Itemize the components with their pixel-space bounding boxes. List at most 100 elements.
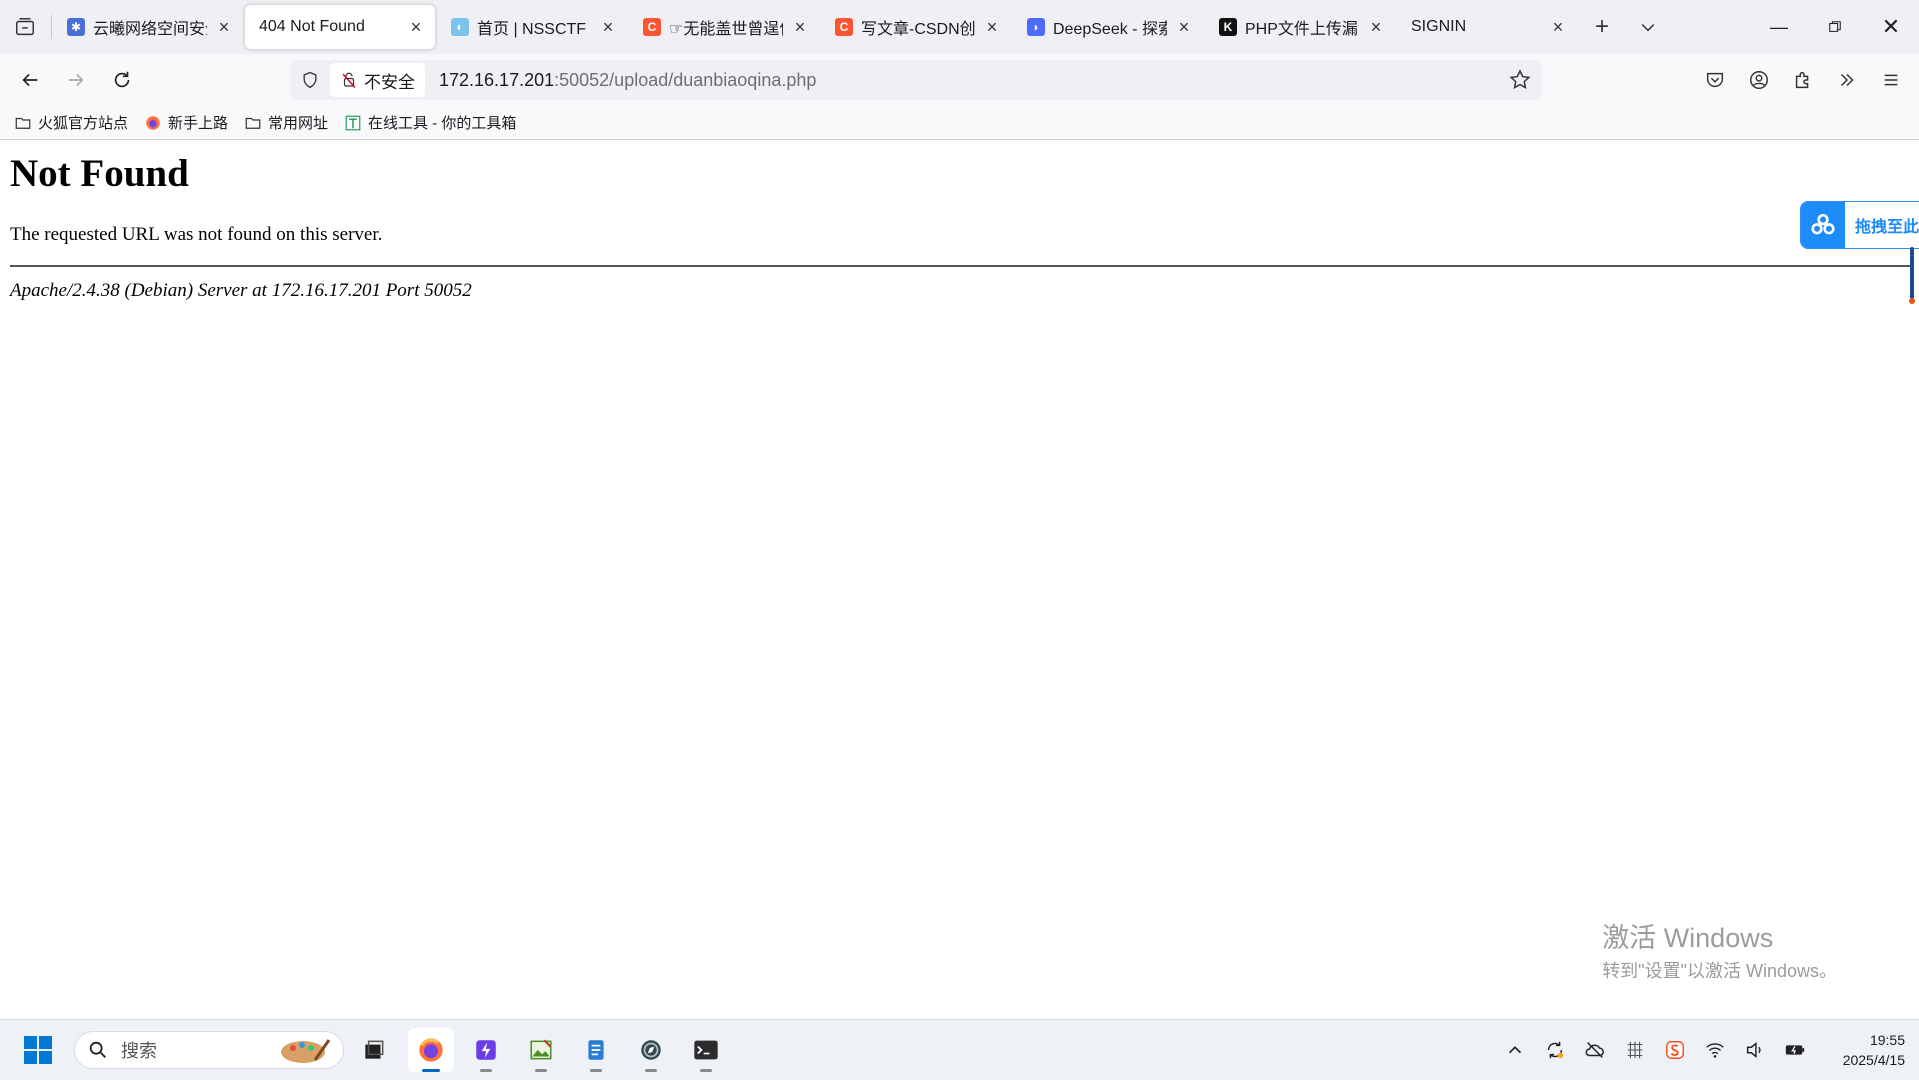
folder-icon (245, 117, 261, 129)
tab-404-not-found[interactable]: 404 Not Found × (245, 5, 435, 49)
csdn-favicon-icon: C (643, 18, 661, 36)
account-button[interactable] (1737, 58, 1781, 102)
tab-csdn-blog[interactable]: C ☞无能盖世曾逞何 × (629, 5, 819, 49)
tab-signin[interactable]: SIGNIN × (1397, 5, 1577, 49)
running-indicator (645, 1069, 657, 1072)
error-message: The requested URL was not found on this … (10, 224, 383, 245)
hamburger-menu-icon (1884, 74, 1898, 86)
minimize-button[interactable]: — (1751, 0, 1807, 54)
arrow-left-icon (22, 73, 38, 87)
tracking-protection-button[interactable] (290, 60, 330, 100)
taskbar-app-image[interactable] (518, 1028, 564, 1072)
firefox-icon (146, 115, 160, 130)
cloud-share-icon (1801, 202, 1845, 248)
close-icon: ✕ (1881, 14, 1901, 39)
network-app-tray-button[interactable] (1615, 1030, 1655, 1070)
tab-title: 404 Not Found (259, 18, 365, 35)
activate-windows-watermark: 激活 Windows 转到"设置"以激活 Windows。 (1602, 916, 1837, 983)
app-menu-button[interactable] (1869, 58, 1913, 102)
taskbar-task-view[interactable] (351, 1028, 397, 1072)
deepseek-favicon-icon: ◗ (1027, 18, 1045, 36)
puzzle-icon (1795, 71, 1809, 89)
cloud-off-icon (1585, 1042, 1604, 1058)
extensions-button[interactable] (1781, 58, 1825, 102)
restore-button[interactable] (1807, 0, 1863, 54)
reload-button[interactable] (100, 58, 144, 102)
taskbar-search[interactable]: 搜索 (74, 1031, 344, 1069)
task-view-icon (365, 1040, 384, 1059)
image-editor-icon (530, 1039, 552, 1060)
bookmark-label: 常用网址 (268, 115, 329, 132)
insecure-lock-icon (342, 72, 356, 88)
pocket-icon (1706, 72, 1724, 88)
firefox-icon (419, 1038, 443, 1062)
taskbar-terminal[interactable] (683, 1028, 729, 1072)
forward-button[interactable] (54, 58, 98, 102)
close-window-button[interactable]: ✕ (1863, 0, 1919, 54)
volume-button[interactable] (1735, 1030, 1775, 1070)
close-tab-icon[interactable]: × (791, 17, 809, 37)
taskbar-app-bolt[interactable] (463, 1028, 509, 1072)
clock[interactable]: 19:55 2025/4/15 (1815, 1030, 1919, 1070)
taskbar-notepad[interactable] (573, 1028, 619, 1072)
k-favicon-icon: K (1219, 18, 1237, 36)
close-tab-icon[interactable]: × (1549, 17, 1567, 37)
onedrive-tray-button[interactable] (1575, 1030, 1615, 1070)
tool-icon (345, 115, 361, 130)
close-tab-icon[interactable]: × (215, 17, 233, 37)
yunxi-favicon-icon: ✱ (67, 18, 85, 36)
battery-charging-icon (1785, 1045, 1805, 1055)
tab-deepseek[interactable]: ◗ DeepSeek - 探索 × (1013, 5, 1203, 49)
tab-list-button[interactable] (0, 0, 50, 54)
show-hidden-icons-button[interactable] (1495, 1030, 1535, 1070)
windows-start-icon[interactable] (22, 1034, 54, 1066)
pocket-button[interactable] (1693, 58, 1737, 102)
close-tab-icon[interactable]: × (983, 17, 1001, 37)
list-all-tabs-button[interactable] (1625, 0, 1671, 54)
tab-nssctf[interactable]: ◐ 首页 | NSSCTF × (437, 5, 627, 49)
bookmark-star-icon[interactable] (1508, 68, 1532, 92)
site-security-button[interactable]: 不安全 (330, 63, 425, 97)
search-icon (89, 1041, 106, 1058)
bookmark-getting-started[interactable]: 新手上路 (144, 112, 228, 133)
clock-time: 19:55 (1869, 1032, 1905, 1048)
drag-handle-icon[interactable] (1909, 247, 1915, 307)
divider (10, 265, 1910, 267)
close-tab-icon[interactable]: × (1367, 17, 1385, 37)
windows-taskbar: 搜索 19:55 2025/4/15 (0, 1019, 1919, 1080)
tab-title: 首页 | NSSCTF (477, 21, 587, 38)
search-placeholder: 搜索 (121, 1041, 157, 1061)
folder-icon (15, 117, 31, 129)
close-tab-icon[interactable]: × (1175, 17, 1193, 37)
system-tray: 19:55 2025/4/15 (1495, 1020, 1919, 1080)
close-tab-icon[interactable]: × (599, 17, 617, 37)
running-indicator (700, 1069, 712, 1072)
tab-csdn-write[interactable]: C 写文章-CSDN创作 × (821, 5, 1011, 49)
palette-icon (281, 1039, 331, 1063)
chevron-up-icon (1508, 1046, 1522, 1054)
battery-button[interactable] (1775, 1030, 1815, 1070)
wifi-button[interactable] (1695, 1030, 1735, 1070)
tab-php-upload[interactable]: K PHP文件上传漏洞 × (1205, 5, 1395, 49)
bookmark-firefox-official[interactable]: 火狐官方站点 (14, 112, 128, 133)
tab-title: DeepSeek - 探索 (1053, 21, 1167, 38)
baidu-drag-widget[interactable]: 拖拽至此 (1800, 201, 1919, 249)
url-path: :50052/upload/duanbiaoqina.php (554, 69, 817, 90)
more-tools-button[interactable] (1825, 58, 1869, 102)
taskbar-firefox[interactable] (408, 1028, 454, 1072)
tab-title: 云曦网络空间安全 (93, 21, 207, 38)
bookmark-online-tools[interactable]: 在线工具 - 你的工具箱 (344, 112, 516, 133)
tab-yunxi[interactable]: ✱ 云曦网络空间安全 × (53, 5, 243, 49)
bookmark-common-sites[interactable]: 常用网址 (244, 112, 328, 133)
terminal-icon (694, 1040, 718, 1060)
new-tab-button[interactable]: + (1579, 0, 1625, 54)
address-bar[interactable]: 不安全 172.16.17.201:50052/upload/duanbiaoq… (290, 60, 1542, 100)
grid-network-icon (1627, 1041, 1643, 1059)
sync-tray-button[interactable] (1535, 1030, 1575, 1070)
back-button[interactable] (8, 58, 52, 102)
restore-icon (1829, 21, 1841, 32)
close-tab-icon[interactable]: × (407, 17, 425, 37)
taskbar-app-compass[interactable] (628, 1028, 674, 1072)
sogou-ime-button[interactable] (1655, 1030, 1695, 1070)
url-text[interactable]: 172.16.17.201:50052/upload/duanbiaoqina.… (439, 70, 816, 91)
